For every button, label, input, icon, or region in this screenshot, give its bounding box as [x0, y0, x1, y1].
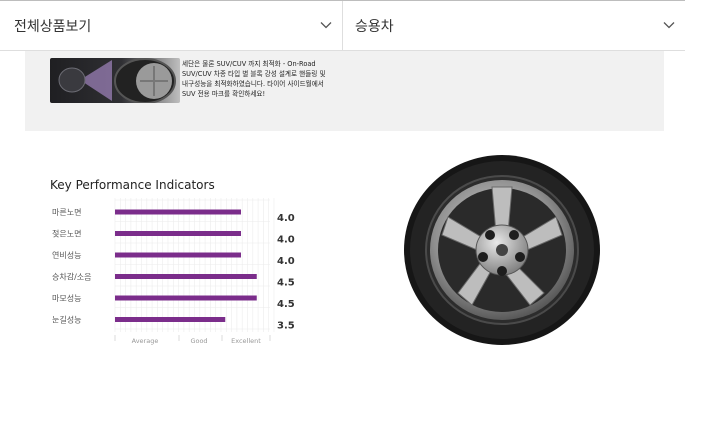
tire-wheel-image [404, 155, 600, 345]
feature-panel: 세단은 물론 SUV/CUV 까지 최적화 - On-Road SUV/CUV … [25, 51, 664, 131]
value-label: 4.0 [277, 213, 295, 224]
category-select-value: 전체상품보기 [14, 19, 92, 35]
chart-grid [114, 198, 275, 332]
tick-label: Good [190, 337, 207, 345]
category-label: 눈길성능 [52, 316, 81, 325]
bar [115, 252, 241, 258]
category-select[interactable]: 전체상품보기 [0, 1, 343, 51]
category-label: 연비성능 [52, 251, 81, 260]
bar [115, 295, 257, 301]
bar [115, 231, 241, 236]
category-label: 승차감/소음 [52, 272, 92, 282]
kpi-chart: 마른노면 4.0 젖은노면 4.0 연비성능 4.0 승차감/소음 4.5 마모성능 4.5 눈길성… [52, 198, 295, 345]
vehicle-type-select[interactable]: 승용차 [343, 1, 685, 51]
suv-mark-image [50, 58, 180, 103]
value-label: 4.0 [277, 235, 295, 246]
category-label: 마른노면 [52, 207, 81, 217]
category-label: 마모성능 [52, 294, 81, 303]
tick-label: Excellent [231, 337, 261, 345]
value-label: 4.5 [277, 278, 295, 289]
value-label: 3.5 [277, 321, 295, 332]
chevron-down-icon [663, 22, 675, 29]
kpi-title: Key Performance Indicators [50, 178, 215, 192]
bar [115, 274, 257, 279]
bar [115, 209, 241, 215]
value-label: 4.5 [277, 299, 295, 310]
chevron-down-icon [320, 22, 332, 29]
feature-description: 세단은 물론 SUV/CUV 까지 최적화 - On-Road SUV/CUV … [182, 60, 326, 98]
vehicle-type-select-value: 승용차 [355, 19, 394, 35]
tick-label: Average [132, 337, 159, 345]
value-label: 4.0 [277, 256, 295, 267]
bar [115, 317, 226, 322]
filter-bar: 전체상품보기 승용차 [0, 0, 685, 51]
category-label: 젖은노면 [52, 229, 81, 239]
